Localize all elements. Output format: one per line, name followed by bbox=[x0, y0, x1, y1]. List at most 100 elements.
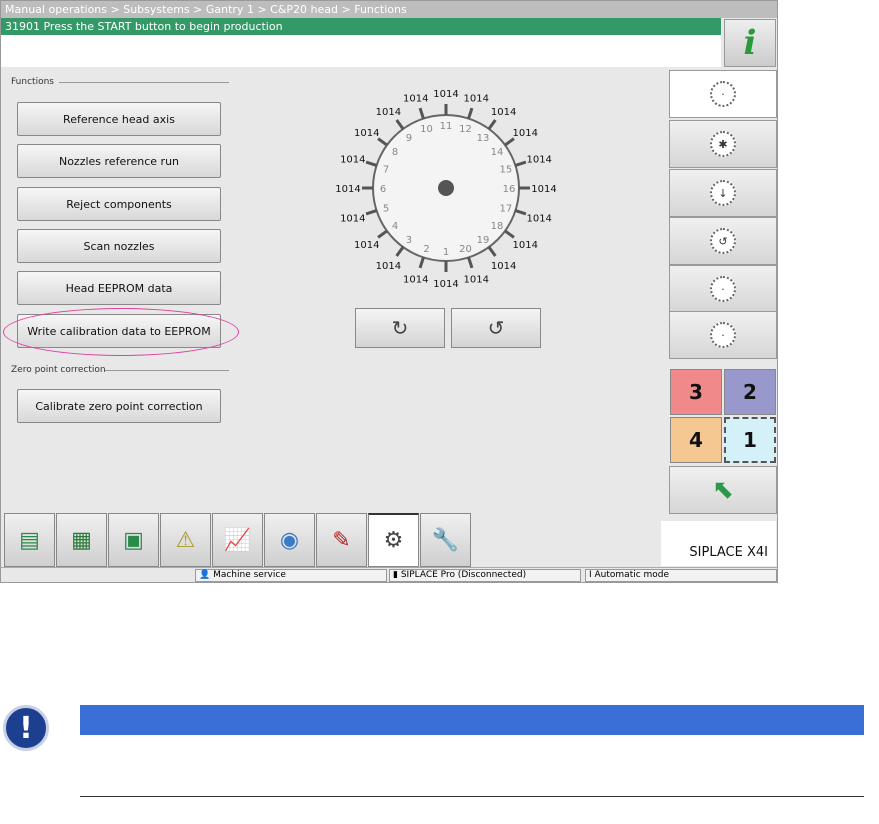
highlight-ellipse bbox=[3, 308, 239, 356]
nozzle-number: 2 bbox=[423, 244, 429, 255]
note-header-bar bbox=[80, 705, 864, 735]
tab-wrench[interactable]: 🔧 bbox=[420, 513, 471, 567]
message-area bbox=[1, 35, 721, 67]
status-bar: 👤 Machine service ▮ SIPLACE Pro (Disconn… bbox=[1, 567, 777, 582]
alarm-icon: ⚠ bbox=[175, 527, 196, 553]
head-icon: · bbox=[710, 81, 736, 107]
nozzle-tick bbox=[487, 246, 497, 257]
reject-components-button[interactable]: Reject components bbox=[17, 187, 221, 221]
head-down-icon: ↓ bbox=[710, 180, 736, 206]
tab-tool[interactable]: ✎ bbox=[316, 513, 367, 567]
tab-statistics[interactable]: 📈 bbox=[212, 513, 263, 567]
divider bbox=[105, 370, 229, 371]
rotate-ccw-button[interactable]: ↻ bbox=[355, 308, 445, 348]
segments-button[interactable]: · bbox=[669, 311, 777, 359]
wrench-icon: 🔧 bbox=[431, 527, 460, 553]
nozzle-number: 17 bbox=[500, 203, 513, 214]
pick-button[interactable]: ↓ bbox=[669, 169, 777, 217]
nozzle-value: 1014 bbox=[531, 184, 556, 195]
nozzle-number: 11 bbox=[440, 121, 453, 132]
siplace-screen: Manual operations > Subsystems > Gantry … bbox=[0, 0, 778, 583]
pcb-stack-icon: ▤ bbox=[19, 527, 40, 553]
nozzle-number: 16 bbox=[503, 184, 516, 195]
board-icon: ▣ bbox=[123, 527, 144, 553]
nozzle-tick bbox=[418, 107, 425, 120]
rotate-cw-button[interactable]: ↺ bbox=[451, 308, 541, 348]
status-message: 31901 Press the START button to begin pr… bbox=[1, 18, 721, 35]
service-icon: ⚙ bbox=[383, 528, 404, 553]
pro-status-text: SIPLACE Pro (Disconnected) bbox=[400, 570, 527, 580]
nozzle-number: 14 bbox=[491, 147, 504, 158]
nozzle-tick bbox=[467, 107, 474, 120]
nozzle-number: 7 bbox=[383, 165, 389, 176]
tab-board[interactable]: ▣ bbox=[108, 513, 159, 567]
gantry-4-button[interactable]: 4 bbox=[670, 417, 722, 463]
gantry-label: 1 bbox=[743, 428, 757, 452]
mode-status: Ⅰ Automatic mode bbox=[585, 569, 777, 582]
nozzle-value: 1014 bbox=[403, 274, 428, 285]
gantry-3-button[interactable]: 3 bbox=[670, 369, 722, 415]
gantry-label: 3 bbox=[689, 380, 703, 404]
feeder-grid-icon: ▦ bbox=[71, 527, 92, 553]
rotate-head-button[interactable]: ↺ bbox=[669, 217, 777, 265]
nozzle-tick bbox=[467, 256, 474, 269]
nozzle-number: 9 bbox=[406, 133, 412, 144]
statistics-icon: 📈 bbox=[223, 527, 252, 553]
nozzle-value: 1014 bbox=[433, 89, 458, 100]
nozzle-value: 1014 bbox=[376, 261, 401, 272]
nozzle-number: 3 bbox=[406, 235, 412, 246]
head-rotate-icon: ↺ bbox=[710, 228, 736, 254]
gantry-1-button[interactable]: 1 bbox=[724, 417, 776, 463]
nozzle-tick bbox=[487, 119, 497, 130]
nozzle-value: 1014 bbox=[513, 128, 538, 139]
reference-head-axis-button[interactable]: Reference head axis bbox=[17, 102, 221, 136]
functions-title: Functions bbox=[11, 77, 54, 87]
nozzle-value: 1014 bbox=[526, 155, 551, 166]
nozzles-icon: ✱ bbox=[710, 131, 736, 157]
nozzle-value: 1014 bbox=[491, 261, 516, 272]
nozzle-value: 1014 bbox=[340, 213, 365, 224]
nozzle-tick bbox=[514, 160, 527, 167]
nozzle-value: 1014 bbox=[354, 240, 379, 251]
nozzle-value: 1014 bbox=[464, 94, 489, 105]
scan-nozzles-button[interactable]: Scan nozzles bbox=[17, 229, 221, 263]
head-view-button[interactable]: · bbox=[669, 70, 777, 118]
gantry-2-button[interactable]: 2 bbox=[724, 369, 776, 415]
nozzle-value: 1014 bbox=[513, 240, 538, 251]
nozzle-value: 1014 bbox=[354, 128, 379, 139]
tab-alarm[interactable]: ⚠ bbox=[160, 513, 211, 567]
mode-status-text: Automatic mode bbox=[594, 570, 670, 580]
nozzle-number: 6 bbox=[380, 184, 386, 195]
nozzle-tick bbox=[418, 256, 425, 269]
back-button[interactable]: ⬉ bbox=[669, 466, 777, 514]
nozzle-tick bbox=[365, 209, 378, 216]
tab-pcb-stack[interactable]: ▤ bbox=[4, 513, 55, 567]
nozzle-value: 1014 bbox=[433, 279, 458, 290]
camera-icon: ◉ bbox=[279, 527, 300, 553]
nozzle-number: 12 bbox=[459, 124, 472, 135]
nozzle-tick bbox=[365, 160, 378, 167]
nozzle-value: 1014 bbox=[526, 213, 551, 224]
nozzle-single-button[interactable]: · bbox=[669, 265, 777, 313]
nozzle-overview-button[interactable]: ✱ bbox=[669, 120, 777, 168]
head-nozzle-icon: · bbox=[710, 276, 736, 302]
nozzle-number: 20 bbox=[459, 244, 472, 255]
tab-service[interactable]: ⚙ bbox=[368, 513, 419, 567]
nozzle-tick bbox=[395, 119, 405, 130]
calibrate-zero-point-button[interactable]: Calibrate zero point correction bbox=[17, 389, 221, 423]
rotate-ccw-icon: ↻ bbox=[391, 316, 409, 340]
note-divider bbox=[80, 796, 864, 797]
info-button[interactable]: i bbox=[724, 19, 776, 67]
head-eeprom-data-button[interactable]: Head EEPROM data bbox=[17, 271, 221, 305]
nozzle-value: 1014 bbox=[340, 155, 365, 166]
nozzle-number: 5 bbox=[383, 203, 389, 214]
nozzles-reference-run-button[interactable]: Nozzles reference run bbox=[17, 144, 221, 178]
user-status: 👤 Machine service bbox=[195, 569, 387, 582]
nozzle-number: 1 bbox=[443, 247, 449, 258]
tab-camera[interactable]: ◉ bbox=[264, 513, 315, 567]
user-status-text: Machine service bbox=[213, 570, 286, 580]
dial-center bbox=[438, 180, 454, 196]
nozzle-number: 8 bbox=[392, 147, 398, 158]
tab-feeder-grid[interactable]: ▦ bbox=[56, 513, 107, 567]
exclamation-icon: ! bbox=[3, 705, 49, 751]
